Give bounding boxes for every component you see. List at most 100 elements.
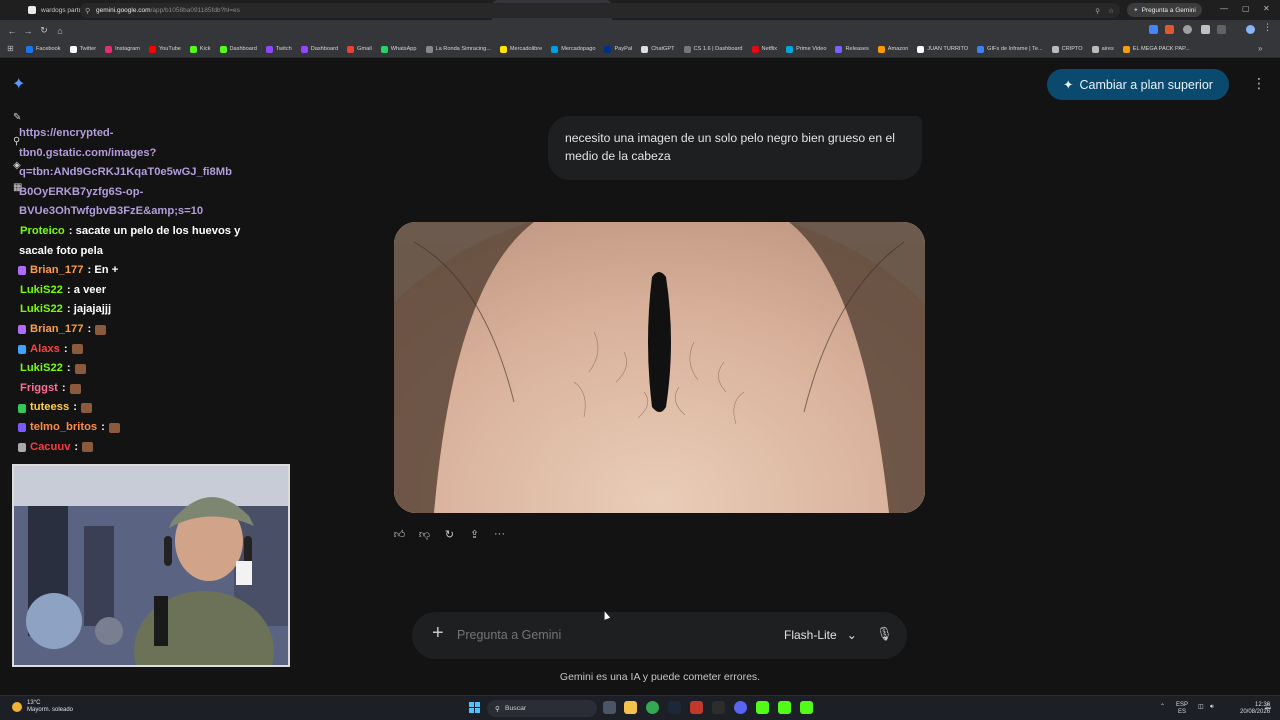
volume-icon[interactable]: 🔊︎ [1210,704,1214,711]
bookmark-label: YouTube [158,46,181,52]
close-window-icon[interactable]: ✕ [1263,4,1270,13]
chat-username: Cacuuv [30,440,71,453]
bookmark-item[interactable]: Prime Video [786,45,826,53]
bookmark-item[interactable]: Instagram [105,45,140,53]
bookmark-item[interactable]: aires [1091,45,1114,53]
bookmark-item[interactable]: PayPal [604,45,632,53]
bookmark-item[interactable]: CRIPTO [1051,45,1083,53]
tray-chevron-icon[interactable]: ⌃ [1160,704,1165,711]
more-options-icon[interactable]: ⋮ [1252,75,1266,92]
url-bar[interactable]: ⚲ gemini.google.com/app/b1058ba091185fdb… [80,3,1120,18]
bookmark-favicon-icon [877,45,885,53]
chat-link[interactable]: BVUe3OhTwfgbvB3FzE&amp;s=10 [19,202,282,222]
chat-link[interactable]: https://encrypted- [19,124,282,144]
bookmark-item[interactable]: WhatsApp [380,45,417,53]
bookmark-favicon-icon [835,45,843,53]
bookmark-item[interactable]: Facebook [26,45,61,53]
notifications-icon[interactable]: 🔔︎ [1264,704,1272,711]
kick-icon[interactable] [800,701,813,714]
share-icon[interactable]: ⇪ [467,526,482,542]
task-view-icon[interactable] [603,701,616,714]
chat-emote-icon [71,344,83,355]
bookmark-item[interactable]: JUAN TURRITO [917,45,968,53]
bookmark-item[interactable]: La Ronda Simracing... [425,45,491,53]
extension-icon[interactable] [1183,25,1192,34]
minimize-icon[interactable]: — [1220,4,1228,13]
bookmark-item[interactable]: Twitch [265,45,292,53]
apps-grid-icon[interactable]: ⊞ [7,44,14,53]
generated-image[interactable] [394,222,925,513]
bookmark-label: CRIPTO [1061,46,1083,52]
bookmark-item[interactable]: Mercadopago [551,45,595,53]
bookmark-item[interactable]: Netflix [751,45,777,53]
app-icon[interactable] [690,701,703,714]
bookmark-item[interactable]: Mercadolibre [499,45,542,53]
back-icon[interactable]: ← [4,26,20,36]
network-icon[interactable]: ◫ [1198,704,1204,711]
forward-icon[interactable]: → [20,26,36,36]
sidepanel-icon[interactable] [1217,25,1226,34]
extension-icon[interactable] [1165,25,1174,34]
chat-badge-icon [18,266,26,276]
browser-menu-icon[interactable]: ⋮ [1263,22,1272,32]
app-icon[interactable] [712,701,725,714]
discord-icon[interactable] [734,701,747,714]
weather-widget[interactable]: 13°C Mayorm. soleado [12,700,73,714]
webcam-feed [14,466,288,665]
bookmark-item[interactable]: Dashboard [300,45,338,53]
taskbar-search[interactable]: ⚲ Buscar [487,700,597,717]
kick-icon[interactable] [756,701,769,714]
puzzle-icon[interactable] [1201,25,1210,34]
thumbs-up-icon[interactable]: 👍︎ [392,526,407,542]
bookmark-item[interactable]: Kick [189,45,211,53]
bookmark-item[interactable]: GIFs de Inframe | Te... [977,45,1043,53]
bookmark-label: Amazon [887,46,909,52]
chat-link[interactable]: q=tbn:ANd9GcRKJ1KqaT0e5wGJ_fi8Mb [19,163,282,183]
ask-gemini-button[interactable]: ✦ Pregunta a Gemini [1127,3,1202,17]
gemini-logo-icon[interactable]: ✦ [12,74,25,94]
bookmarks-bar: Facebook Twitter Instagram YouTube Kick Dashb… [0,41,1280,58]
upgrade-plan-button[interactable]: ✦ Cambiar a plan superior [1047,69,1229,100]
model-selector[interactable]: Flash-Lite ⌄ [784,628,857,642]
home-icon[interactable]: ⌂ [52,26,68,36]
maximize-icon[interactable]: ▢ [1242,4,1250,13]
chrome-icon[interactable] [646,701,659,714]
zoom-icon[interactable]: ⚲ [1095,7,1100,15]
file-explorer-icon[interactable] [624,701,637,714]
bookmark-star-icon[interactable]: ☆ [1108,7,1114,15]
chat-emote-icon [95,324,107,335]
prompt-input[interactable] [457,628,757,642]
url-path: /app/b1058ba091185fdb?hl=es [150,7,240,14]
profile-avatar[interactable] [1246,25,1255,34]
kick-icon[interactable] [778,701,791,714]
chat-link[interactable]: B0OyERKB7yzfg6S-op- [19,183,282,203]
bookmark-favicon-icon [265,45,273,53]
bookmark-item[interactable]: Dashboard [219,45,257,53]
bookmark-favicon-icon [148,45,156,53]
more-actions-icon[interactable]: ··· [492,526,507,542]
bookmark-item[interactable]: YouTube [148,45,181,53]
language-indicator[interactable]: ESP ES [1176,702,1188,715]
bookmark-item[interactable]: CS 1.6 | Dashboard [683,45,743,53]
bookmark-item[interactable]: EL MEGA PACK PAP... [1122,45,1190,53]
steam-icon[interactable] [668,701,681,714]
add-attachment-icon[interactable]: + [432,622,444,645]
chat-message: tuteess: [12,398,282,418]
reload-icon[interactable]: ↻ [36,25,52,36]
extension-icon[interactable] [1149,25,1158,34]
chat-username: LukiS22 [20,303,63,316]
start-button[interactable] [469,702,480,713]
bookmark-item[interactable]: Amazon [877,45,909,53]
chat-message: Alaxs: [12,340,282,360]
thumbs-down-icon[interactable]: 👎︎ [417,526,432,542]
bookmark-item[interactable]: ChatGPT [641,45,675,53]
chat-link[interactable]: tbn0.gstatic.com/images? [19,144,282,164]
bookmarks-overflow-icon[interactable]: » [1258,44,1262,53]
chat-text: sacale foto pela [19,244,103,257]
bookmark-item[interactable]: Twitter [69,45,96,53]
microphone-icon[interactable]: 🎙︎ [876,626,893,642]
bookmark-item[interactable]: Releases [835,45,869,53]
site-info-icon[interactable]: ⚲ [85,7,90,15]
regenerate-icon[interactable]: ↻ [442,526,457,542]
bookmark-item[interactable]: Gmail [347,45,372,53]
